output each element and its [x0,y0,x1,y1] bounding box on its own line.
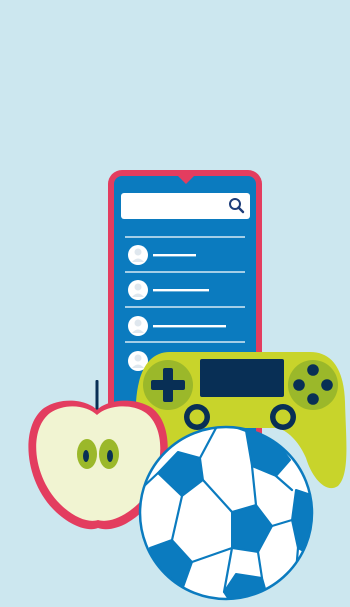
illustration-canvas [0,0,350,607]
apple-stem [95,380,99,412]
avatar-icon [128,316,148,336]
controller-left-thumbstick [184,404,210,430]
avatar-icon [128,245,148,265]
list-item-line [153,325,226,328]
list-item-line [153,289,209,292]
controller-touchpad [200,359,284,397]
avatar-icon [128,280,148,300]
list-item-line [153,254,196,257]
illustration-scene [0,0,350,607]
controller-right-thumbstick [270,404,296,430]
